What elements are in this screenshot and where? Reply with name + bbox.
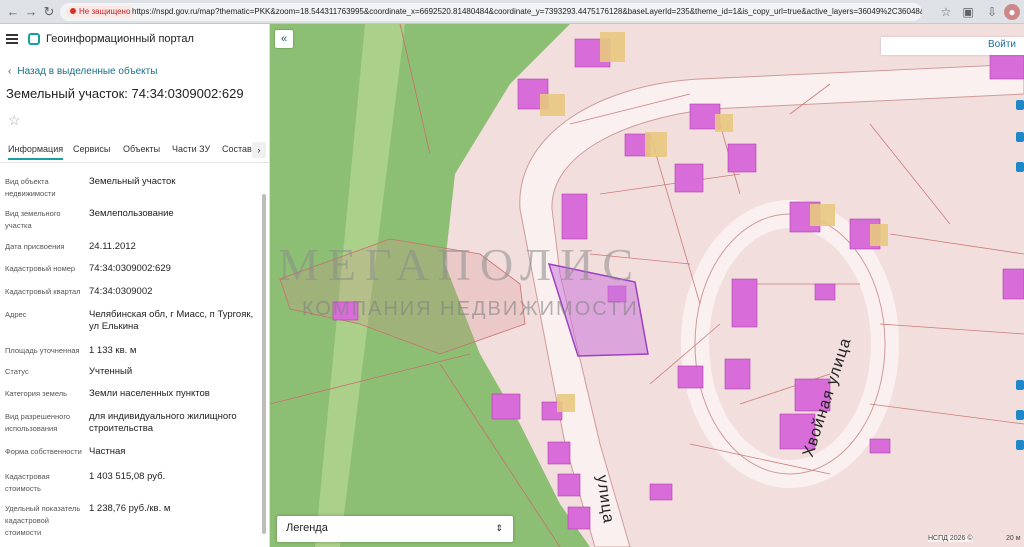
building [491,393,521,420]
collapse-panel-button[interactable]: « [275,30,293,48]
url-text: https://nspd.gov.ru/map?thematic=PKK&zoo… [132,7,922,16]
building [674,163,704,193]
panel-header: Геоинформационный портал [0,24,270,58]
building [567,506,591,530]
building [677,365,704,389]
zoom-in-icon[interactable] [1016,380,1024,390]
profile-avatar[interactable]: ● [1004,4,1020,20]
map-attribution: НСПД 2026 © [928,535,973,542]
extensions-icon[interactable]: ▣ [960,4,976,20]
address-bar[interactable]: Не защищено https://nspd.gov.ru/map?them… [60,3,922,21]
building [649,483,673,501]
legend-dropdown[interactable]: Легенда ⇕ [277,516,513,542]
favorite-star-icon[interactable]: ☆ [8,112,21,129]
login-button[interactable]: Войти [881,37,1024,55]
reload-icon[interactable]: ↻ [40,3,58,21]
portal-logo-icon [28,33,40,45]
building [731,278,758,328]
tab-objects[interactable]: Объекты [123,144,160,154]
back-link[interactable]: ‹ Назад в выделенные объекты [8,66,157,77]
object-title: Земельный участок: 74:34:0309002:629 [6,86,244,101]
scale-bar-label: 20 м [1006,535,1021,542]
panel-scrollbar[interactable] [262,194,266,534]
layers-icon[interactable] [1016,100,1024,110]
annex [870,224,888,246]
building [727,143,757,173]
tab-services[interactable]: Сервисы [73,144,110,154]
building [1002,268,1024,300]
measure-icon[interactable] [1016,132,1024,142]
menu-icon[interactable] [6,34,18,44]
download-icon[interactable]: ⇩ [984,4,1000,20]
chevron-left-icon: ‹ [8,66,12,77]
tabs-scroll-right-icon[interactable]: › [252,142,266,158]
building [989,53,1024,80]
back-arrow-icon[interactable]: ← [4,3,22,21]
info-panel: Геоинформационный портал ‹ Назад в выделе… [0,24,270,547]
tab-bar: Информация Сервисы Объекты Части ЗУ Сост… [0,140,270,163]
tab-parts[interactable]: Части ЗУ [172,144,210,154]
annex [540,94,565,116]
tab-composition[interactable]: Состав [222,144,252,154]
zoom-out-icon[interactable] [1016,410,1024,420]
warning-icon [70,8,76,14]
locate-icon[interactable] [1016,440,1024,450]
legend-label: Легенда [286,522,328,534]
map-canvas[interactable]: МЕГАПОЛИС КОМПАНИЯ НЕДВИЖИМОСТИ Хвойная … [270,24,1024,547]
annex [557,394,575,412]
building [869,438,891,454]
bookmark-star-icon[interactable]: ☆ [938,4,954,20]
annex [645,132,667,157]
building [724,358,751,390]
app-title: Геоинформационный портал [46,33,194,45]
browser-toolbar: ← → ↻ Не защищено https://nspd.gov.ru/ma… [0,0,1024,24]
building [814,283,836,301]
chevron-updown-icon: ⇕ [495,523,503,533]
building [557,473,581,497]
security-badge[interactable]: Не защищено [66,6,135,18]
annex [810,204,835,226]
tab-information[interactable]: Информация [8,144,64,160]
building [561,193,588,240]
annex [715,114,733,132]
print-icon[interactable] [1016,162,1024,172]
watermark-title: МЕГАПОЛИС [278,239,643,290]
building [547,441,571,465]
watermark-subtitle: КОМПАНИЯ НЕДВИЖИМОСТИ [302,298,639,320]
annex [600,32,625,62]
forward-arrow-icon[interactable]: → [22,3,40,21]
